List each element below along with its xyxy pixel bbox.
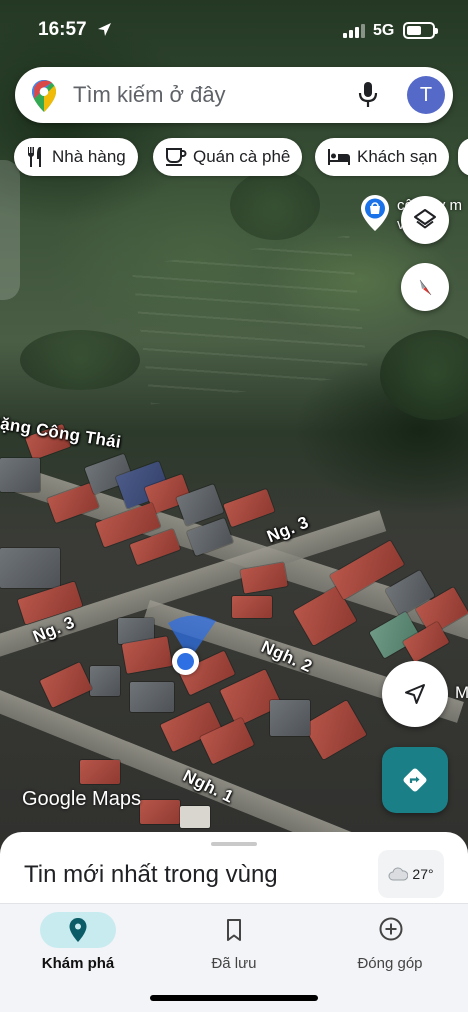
- cellular-signal-icon: [343, 24, 365, 38]
- chip-coffee[interactable]: Quán cà phê: [153, 138, 303, 176]
- microphone-icon[interactable]: [358, 81, 378, 109]
- coffee-icon: [166, 148, 187, 166]
- bookmark-icon: [227, 919, 241, 941]
- building: [140, 800, 180, 824]
- building: [39, 662, 93, 708]
- shopping-poi-icon[interactable]: [361, 195, 389, 231]
- chip-label: Nhà hàng: [52, 147, 126, 166]
- temperature: 27°: [412, 866, 434, 882]
- field-texture: [131, 235, 369, 405]
- recenter-button[interactable]: [382, 661, 448, 727]
- home-indicator[interactable]: [150, 995, 318, 1001]
- layers-button[interactable]: [401, 196, 449, 244]
- tree-cluster: [380, 330, 468, 420]
- weather-chip[interactable]: 27°: [378, 850, 444, 898]
- my-location-dot: [172, 648, 199, 675]
- add-circle-icon: [379, 917, 403, 941]
- map-edge-label: M: [455, 683, 468, 702]
- building: [0, 548, 60, 588]
- sheet-title: Tin mới nhất trong vùng: [24, 861, 278, 888]
- building: [232, 596, 272, 618]
- status-time: 16:57: [38, 19, 87, 40]
- directions-button[interactable]: [382, 747, 448, 813]
- directions-icon: [403, 768, 427, 792]
- building: [0, 458, 40, 492]
- building: [90, 666, 120, 696]
- compass-icon: [419, 279, 432, 296]
- search-input[interactable]: Tìm kiếm ở đây: [73, 82, 226, 108]
- status-bar: 16:57 5G: [0, 0, 468, 60]
- sheet-drag-handle[interactable]: [211, 842, 257, 846]
- tree-cluster: [20, 330, 140, 390]
- google-maps-logo-icon: [32, 80, 56, 112]
- nav-saved[interactable]: Đã lưu: [156, 904, 312, 994]
- building: [223, 488, 275, 528]
- nav-label-contribute: Đóng góp: [357, 955, 423, 972]
- hotel-icon: [328, 149, 350, 165]
- tree-cluster: [230, 170, 320, 240]
- chip-label: Khách sạn: [357, 147, 438, 166]
- compass-button[interactable]: [401, 263, 449, 311]
- building: [180, 806, 210, 828]
- location-arrow-icon: [98, 23, 111, 36]
- chip-label: Quán cà phê: [193, 147, 291, 166]
- search-bar[interactable]: Tìm kiếm ở đây T: [15, 67, 453, 123]
- street-label-ngh2: Ngh. 2: [258, 636, 316, 677]
- building: [303, 700, 367, 760]
- nav-explore[interactable]: Khám phá: [0, 904, 156, 994]
- building: [121, 636, 173, 674]
- building: [130, 682, 174, 712]
- google-maps-watermark: Google Maps: [22, 788, 141, 810]
- chip-hotels[interactable]: Khách sạn: [315, 138, 450, 176]
- explore-pin-icon: [69, 918, 87, 942]
- nav-label-explore: Khám phá: [41, 955, 115, 972]
- network-type: 5G: [373, 22, 395, 39]
- battery-icon: [403, 22, 438, 39]
- building: [80, 760, 120, 784]
- restaurant-icon: [28, 147, 41, 167]
- nav-contribute[interactable]: Đóng góp: [312, 904, 468, 994]
- chip-restaurants[interactable]: Nhà hàng: [14, 138, 138, 176]
- account-avatar[interactable]: T: [407, 76, 445, 114]
- left-edge-panel[interactable]: [0, 160, 20, 300]
- layers-icon: [414, 209, 436, 229]
- building: [270, 700, 310, 736]
- street-label-ngh1: Ngh. 1: [180, 766, 237, 807]
- nav-label-saved: Đã lưu: [211, 955, 257, 972]
- cloud-icon: [388, 867, 409, 881]
- navigation-arrow-icon: [405, 684, 425, 704]
